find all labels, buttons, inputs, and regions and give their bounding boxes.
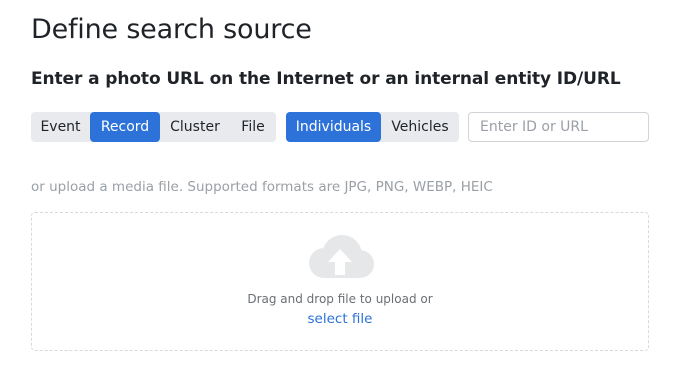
upload-hint: or upload a media file. Supported format… bbox=[31, 179, 493, 195]
id-or-url-input[interactable] bbox=[468, 112, 649, 142]
entity-type-record-button[interactable]: Record bbox=[90, 112, 160, 142]
cloud-upload-icon bbox=[309, 235, 374, 278]
source-subtitle: Enter a photo URL on the Internet or an … bbox=[31, 69, 621, 89]
entity-type-file-button[interactable]: File bbox=[230, 112, 276, 142]
object-type-selector: Individuals Vehicles bbox=[286, 112, 459, 142]
object-type-individuals-button[interactable]: Individuals bbox=[286, 112, 381, 142]
dropzone-instructions: Drag and drop file to upload or bbox=[247, 292, 433, 306]
entity-type-cluster-button[interactable]: Cluster bbox=[160, 112, 230, 142]
entity-type-event-button[interactable]: Event bbox=[31, 112, 90, 142]
entity-type-selector: Event Record Cluster File bbox=[31, 112, 276, 142]
object-type-vehicles-button[interactable]: Vehicles bbox=[381, 112, 459, 142]
page-title: Define search source bbox=[31, 14, 312, 45]
select-file-link[interactable]: select file bbox=[32, 311, 648, 327]
file-dropzone[interactable]: Drag and drop file to upload or select f… bbox=[31, 212, 649, 351]
